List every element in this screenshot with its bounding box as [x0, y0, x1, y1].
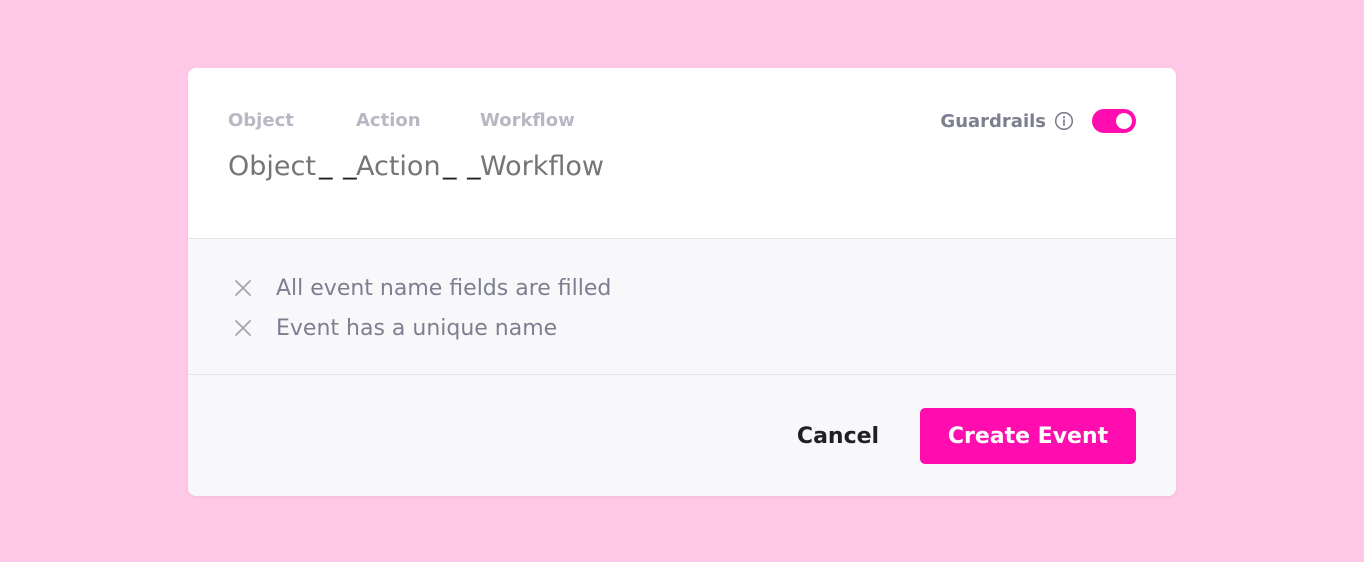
create-event-button[interactable]: Create Event — [920, 408, 1136, 464]
object-input[interactable] — [228, 150, 316, 184]
close-icon — [232, 317, 254, 339]
action-input[interactable] — [356, 150, 442, 184]
validation-text: Event has a unique name — [276, 315, 558, 341]
object-label: Object — [228, 110, 294, 131]
guardrails-control: Guardrails — [940, 109, 1136, 133]
info-icon[interactable] — [1054, 111, 1074, 131]
create-event-dialog: Object Action Workflow _ _ _ _ Guardrail… — [188, 68, 1176, 496]
cancel-button[interactable]: Cancel — [780, 408, 896, 464]
event-name-section: Object Action Workflow _ _ _ _ Guardrail… — [188, 68, 1176, 239]
guardrails-label: Guardrails — [940, 110, 1046, 132]
name-separator: _ _ — [319, 149, 358, 180]
guardrails-toggle[interactable] — [1092, 109, 1136, 133]
validation-text: All event name fields are filled — [276, 275, 612, 301]
dialog-footer: Cancel Create Event — [188, 375, 1176, 496]
name-separator: _ _ — [443, 149, 482, 180]
workflow-label: Workflow — [480, 110, 575, 131]
list-item: Event has a unique name — [232, 313, 557, 343]
validation-list: All event name fields are filled Event h… — [188, 239, 1176, 375]
close-icon — [232, 277, 254, 299]
list-item: All event name fields are filled — [232, 273, 611, 303]
action-label: Action — [356, 110, 421, 131]
workflow-input[interactable] — [480, 150, 604, 184]
toggle-knob — [1116, 113, 1132, 129]
